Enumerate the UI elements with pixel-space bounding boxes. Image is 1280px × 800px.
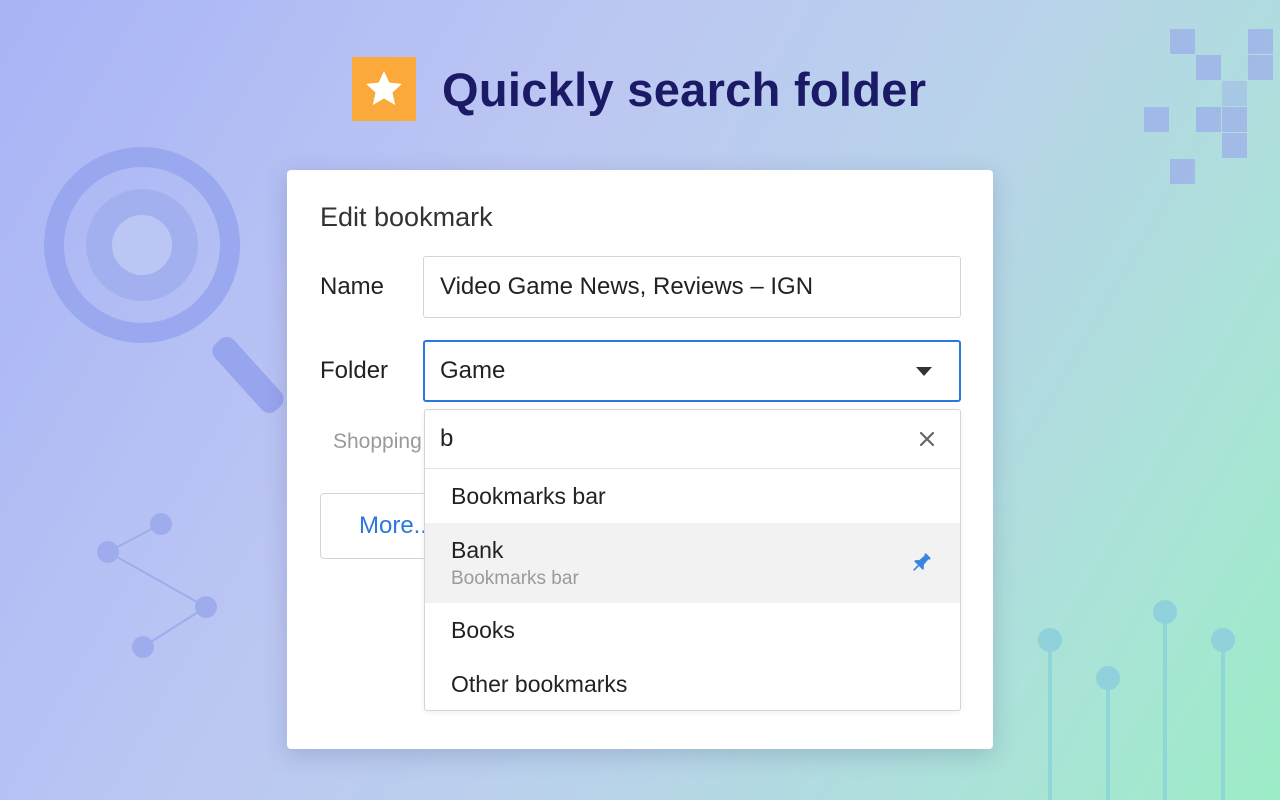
folder-option-label: Bookmarks bar (451, 482, 606, 509)
folder-option-other-bookmarks[interactable]: Other bookmarks (425, 657, 960, 710)
folder-option-bookmarks-bar[interactable]: Bookmarks bar (425, 469, 960, 523)
headline-text: Quickly search folder (442, 62, 927, 116)
folder-search-input[interactable]: b (425, 410, 960, 469)
dialog-title: Edit bookmark (320, 202, 493, 232)
pixel-decoration (1144, 29, 1273, 184)
folder-option-bank[interactable]: Bank Bookmarks bar (425, 523, 960, 603)
name-label: Name (320, 273, 385, 300)
folder-select-value: Game (440, 357, 506, 384)
chevron-down-icon[interactable] (916, 366, 932, 376)
folder-search-value: b (440, 425, 454, 452)
folder-label: Folder (320, 357, 389, 384)
folder-option-label: Other bookmarks (451, 670, 628, 697)
headline: Quickly search folder (352, 57, 926, 121)
pins-decoration (1038, 600, 1235, 800)
pin-icon[interactable] (908, 550, 934, 576)
magnifier-decoration (44, 147, 284, 414)
folder-option-books[interactable]: Books (425, 603, 960, 657)
folder-option-label: Books (451, 616, 515, 643)
share-nodes-decoration (97, 513, 217, 658)
close-icon[interactable] (918, 430, 936, 448)
folder-option-path: Bookmarks bar (451, 567, 579, 589)
star-icon (366, 71, 402, 105)
folder-select[interactable]: Game (423, 340, 961, 402)
star-badge (352, 57, 416, 121)
name-input-value: Video Game News, Reviews – IGN (440, 273, 814, 300)
folder-option-label: Bank (451, 536, 504, 563)
name-input[interactable]: Video Game News, Reviews – IGN (423, 256, 961, 318)
obscured-folder-text: Shopping (333, 430, 422, 453)
folder-dropdown: b Bookmarks bar Bank Bookmarks bar Books… (424, 409, 961, 711)
